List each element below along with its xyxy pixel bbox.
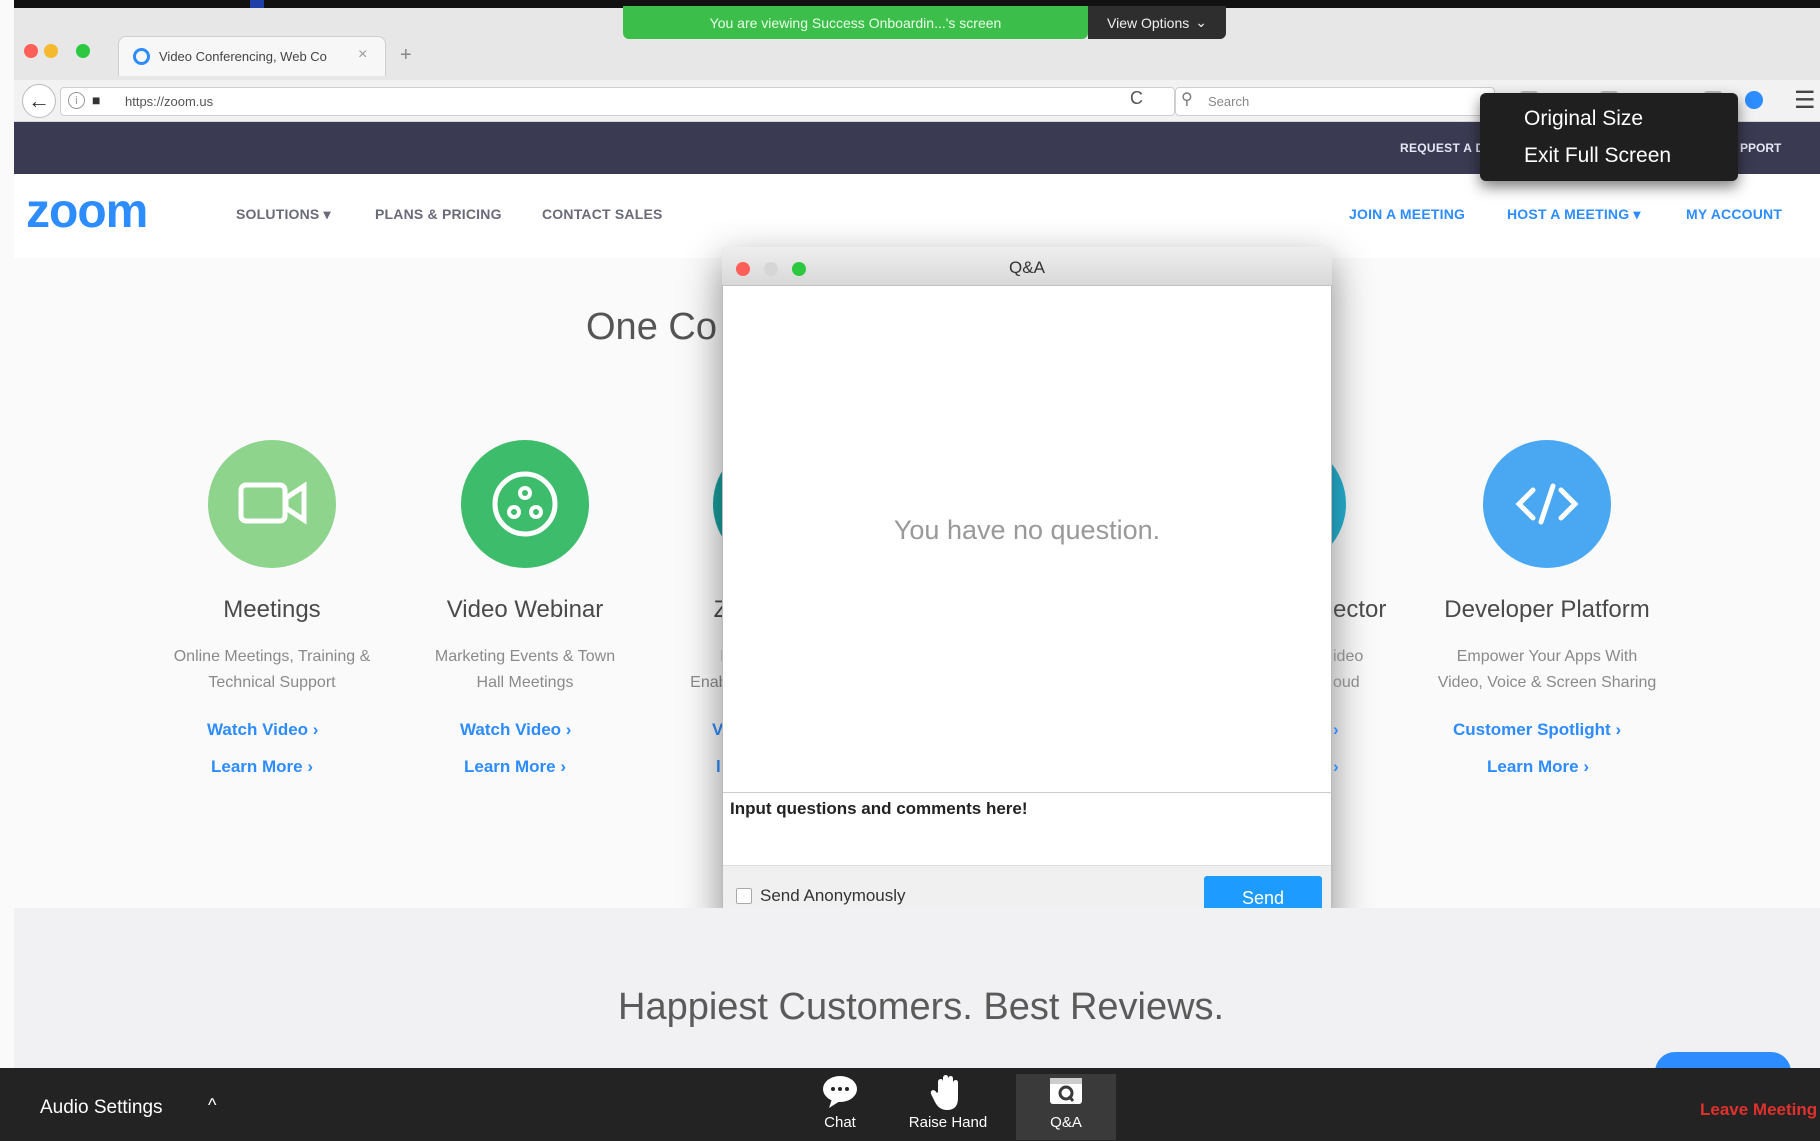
chevron-up-icon[interactable]: ^: [208, 1095, 216, 1116]
reviews-title: Happiest Customers. Best Reviews.: [618, 986, 1225, 1028]
lock-icon: ■: [92, 92, 101, 108]
watch-video-link[interactable]: Watch Video ›: [460, 720, 571, 740]
search-icon: ⚲: [1181, 91, 1193, 108]
qa-empty-message: You have no question.: [893, 515, 1161, 545]
browser-tab-title: Video Conferencing, Web Co: [159, 49, 327, 64]
hamburger-menu-icon[interactable]: ☰: [1794, 86, 1816, 115]
window-maximize-dot[interactable]: [76, 44, 90, 58]
menu-item-original-size[interactable]: Original Size: [1524, 107, 1738, 144]
section-title: One Co: [586, 306, 717, 348]
learn-more-link[interactable]: Learn More ›: [1487, 757, 1589, 777]
qa-question-input[interactable]: Input questions and comments here!: [723, 792, 1331, 865]
qa-title: Q&A: [1009, 258, 1045, 277]
learn-more-link[interactable]: Learn More ›: [464, 757, 566, 777]
webinar-product-icon[interactable]: [461, 440, 589, 568]
product-desc: ideo oud: [1333, 648, 1364, 691]
viewing-screen-banner: You are viewing Success Onboardin...'s s…: [623, 6, 1088, 39]
hand-icon: [898, 1074, 998, 1114]
reload-button[interactable]: C: [1130, 88, 1143, 109]
chat-button[interactable]: Chat: [790, 1074, 890, 1140]
zoom-extension-icon[interactable]: [1745, 91, 1763, 109]
nav-contact-sales[interactable]: CONTACT SALES: [542, 206, 663, 222]
qa-icon: [1016, 1074, 1116, 1114]
nav-join-meeting[interactable]: JOIN A MEETING: [1349, 206, 1465, 222]
window-close-dot[interactable]: [24, 44, 38, 58]
qa-button[interactable]: Q&A: [1016, 1074, 1116, 1140]
product-title: ector: [1333, 596, 1387, 623]
product-title: Meetings: [223, 596, 321, 623]
fullscreen-menu: Original Size Exit Full Screen: [1480, 93, 1738, 181]
leave-meeting-button[interactable]: Leave Meeting: [1700, 1100, 1817, 1120]
menu-item-exit-full-screen[interactable]: Exit Full Screen: [1524, 144, 1738, 181]
address-bar[interactable]: https://zoom.us: [60, 87, 1175, 116]
raise-hand-button[interactable]: Raise Hand: [898, 1074, 998, 1140]
nav-solutions[interactable]: SOLUTIONS ▾: [236, 206, 331, 223]
chevron-down-icon: ⌄: [1195, 14, 1207, 30]
send-anonymously-checkbox[interactable]: [736, 888, 752, 904]
product-desc: Empower Your Apps With Video, Voice & Scr…: [1437, 648, 1657, 691]
learn-more-link[interactable]: l: [716, 757, 721, 777]
nav-my-account[interactable]: MY ACCOUNT: [1686, 206, 1782, 222]
meetings-product-icon[interactable]: [208, 440, 336, 568]
screen-edge: [0, 0, 14, 1141]
new-tab-icon[interactable]: +: [400, 44, 412, 67]
learn-more-link[interactable]: ›: [1333, 757, 1339, 777]
watch-video-link[interactable]: Watch Video ›: [207, 720, 318, 740]
chat-icon: [790, 1074, 890, 1114]
browser-search-input[interactable]: Search: [1175, 87, 1495, 116]
zoom-favicon-icon: [133, 48, 150, 65]
learn-more-link[interactable]: Learn More ›: [211, 757, 313, 777]
audio-settings-button[interactable]: Audio Settings: [40, 1097, 163, 1119]
product-title: Video Webinar: [446, 596, 604, 623]
nav-plans-pricing[interactable]: PLANS & PRICING: [375, 206, 502, 222]
view-options-button[interactable]: View Options ⌄: [1088, 6, 1226, 39]
request-demo-link[interactable]: REQUEST A D: [1400, 141, 1484, 155]
send-anonymously-label[interactable]: Send Anonymously: [760, 886, 906, 906]
product-desc: Online Meetings, Training & Technical Sup…: [173, 648, 371, 691]
screen-edge-accent: [250, 0, 264, 8]
tab-close-icon[interactable]: ×: [358, 46, 367, 64]
nav-host-meeting[interactable]: HOST A MEETING ▾: [1507, 206, 1641, 223]
support-link[interactable]: PPORT: [1740, 141, 1781, 155]
customer-spotlight-link[interactable]: Customer Spotlight ›: [1453, 720, 1621, 740]
product-desc: Marketing Events & Town Hall Meetings: [434, 648, 616, 691]
developer-product-icon[interactable]: [1483, 440, 1611, 568]
browser-tab[interactable]: Video Conferencing, Web Co: [118, 36, 386, 76]
info-icon[interactable]: i: [68, 92, 85, 109]
product-title: Developer Platform: [1444, 596, 1650, 623]
watch-video-link[interactable]: ›: [1333, 720, 1339, 740]
zoom-logo[interactable]: zoom: [26, 184, 148, 239]
back-button[interactable]: ←: [22, 84, 56, 118]
window-minimize-dot[interactable]: [44, 44, 58, 58]
